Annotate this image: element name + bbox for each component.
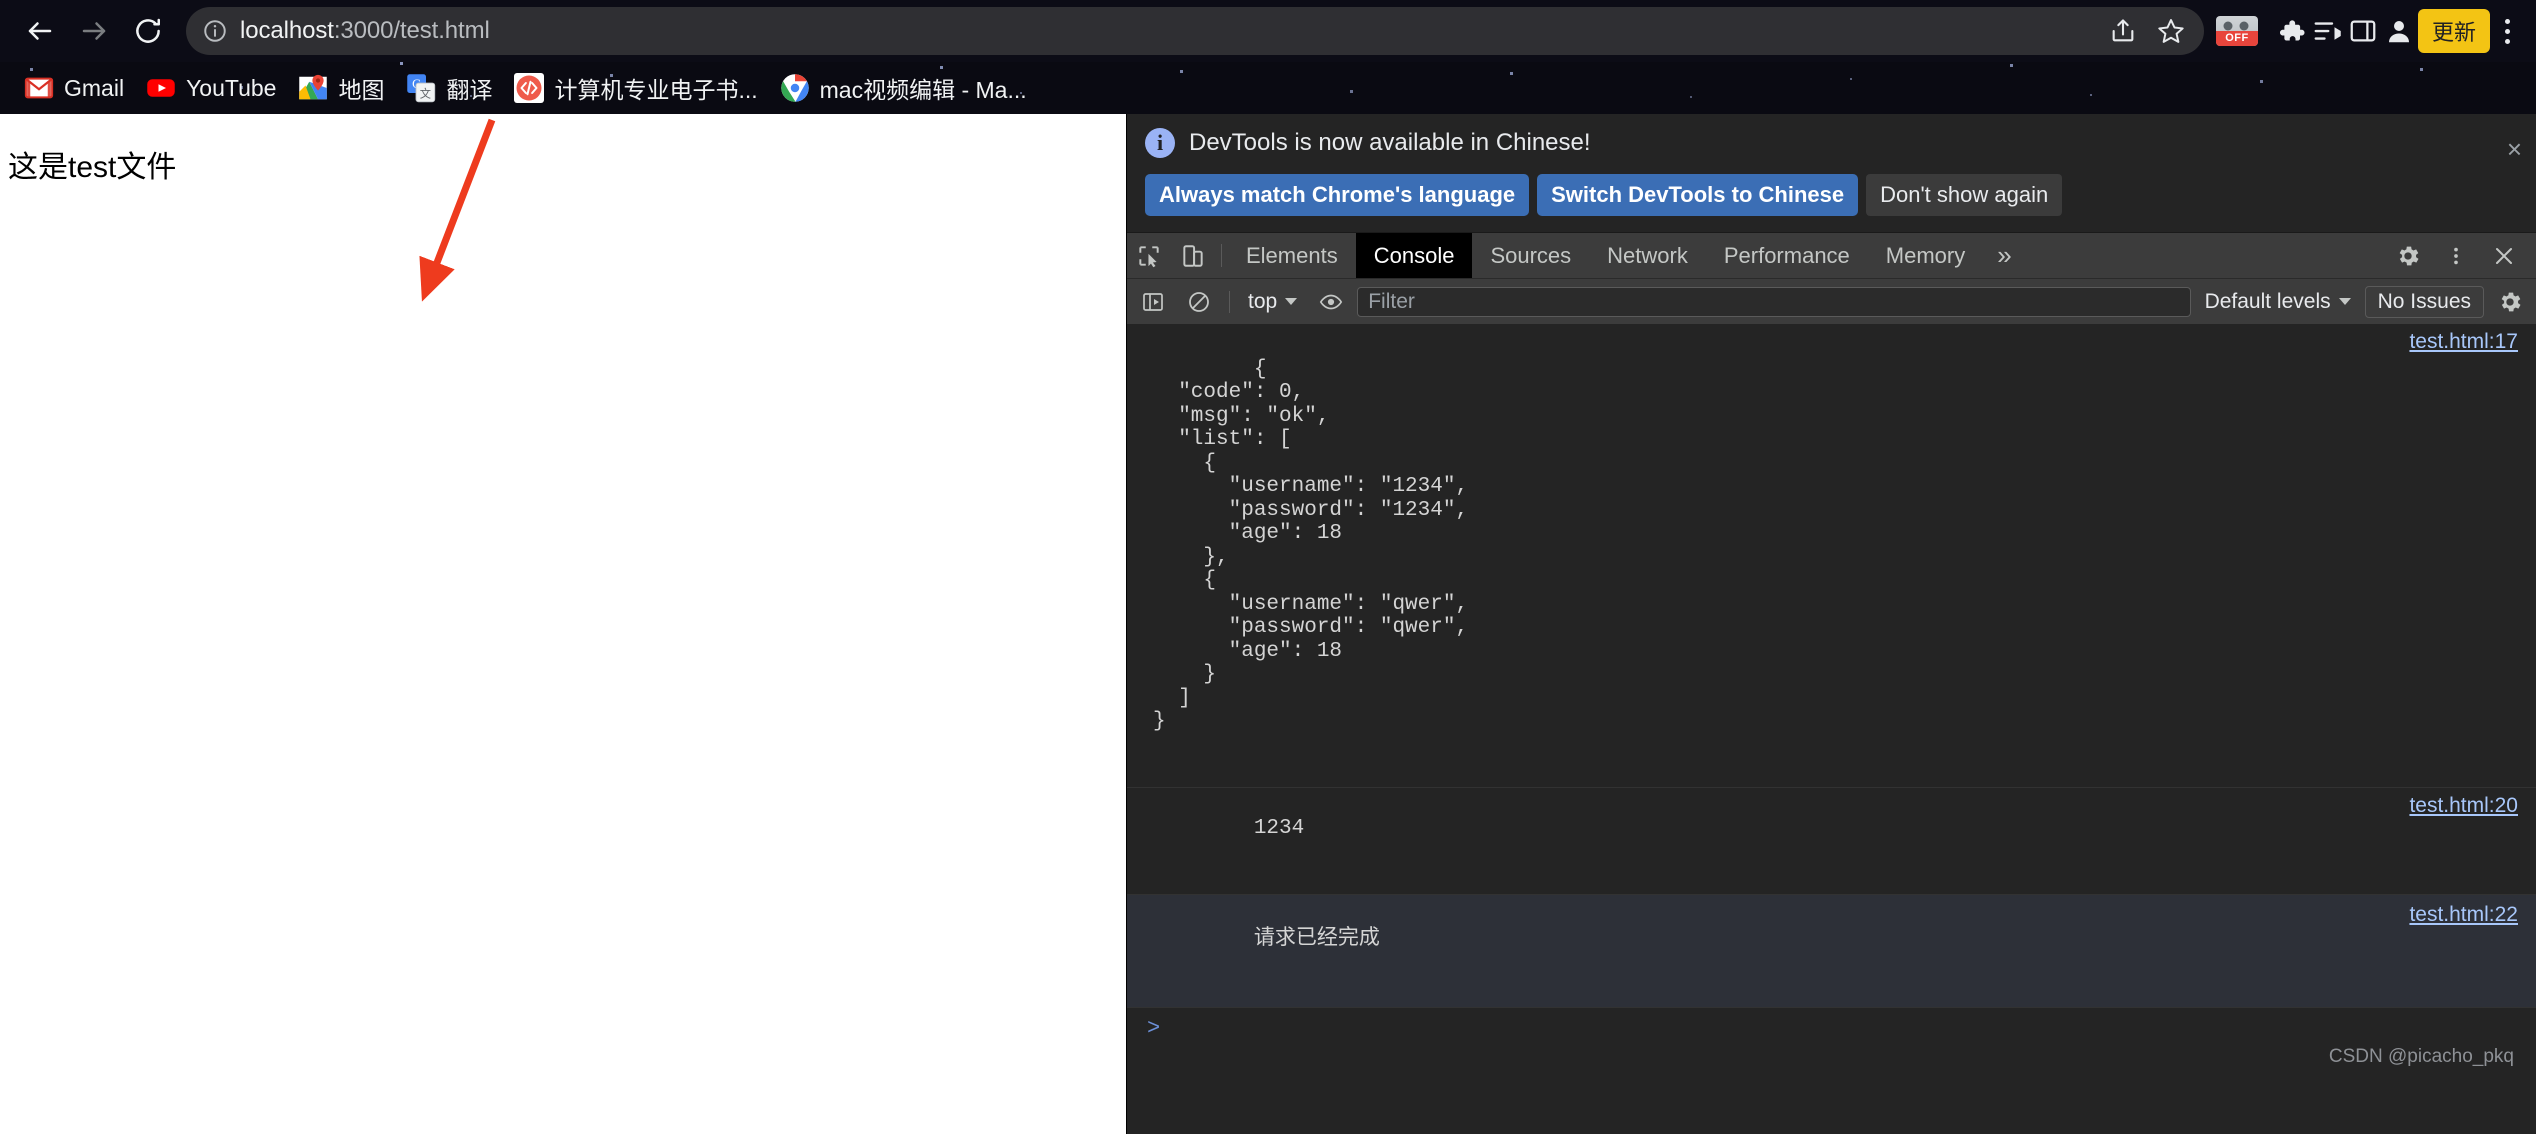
address-bar[interactable]: localhost:3000/test.html bbox=[186, 7, 2204, 55]
console-sidebar-icon[interactable] bbox=[1133, 285, 1173, 319]
chevron-down-icon bbox=[1285, 298, 1298, 305]
switch-to-chinese-button[interactable]: Switch DevTools to Chinese bbox=[1537, 174, 1859, 216]
console-prompt[interactable]: > bbox=[1127, 1008, 2536, 1041]
youtube-icon bbox=[147, 79, 175, 97]
console-message-text-2[interactable]: 请求已经完成 test.html:22 bbox=[1127, 894, 2536, 1008]
bookmark-translate[interactable]: G 文 翻译 bbox=[400, 66, 508, 110]
dont-show-again-button[interactable]: Don't show again bbox=[1866, 174, 2063, 216]
back-button[interactable] bbox=[14, 5, 66, 57]
bookmarks-bar: Gmail YouTube 地图 G bbox=[0, 62, 2536, 114]
page-viewport: 这是test文件 bbox=[0, 114, 1126, 1134]
console-message-text: { "code": 0, "msg": "ok", "list": [ { "u… bbox=[1153, 357, 1469, 734]
bookmark-gmail[interactable]: Gmail bbox=[18, 68, 140, 108]
filter-input[interactable] bbox=[1368, 289, 2180, 314]
log-level-label: Default levels bbox=[2204, 289, 2331, 313]
info-icon: i bbox=[1145, 128, 1175, 158]
clear-console-icon[interactable] bbox=[1179, 285, 1219, 319]
devtools-tab-actions bbox=[2386, 233, 2536, 278]
console-filter-box[interactable] bbox=[1357, 286, 2191, 317]
chrome-menu-button[interactable] bbox=[2492, 18, 2522, 44]
forward-button[interactable] bbox=[68, 5, 120, 57]
console-settings-gear-icon[interactable] bbox=[2490, 285, 2530, 319]
browser-window: localhost:3000/test.html OFF 更新 Gmail Yo… bbox=[0, 0, 2536, 1134]
update-button[interactable]: 更新 bbox=[2417, 9, 2490, 53]
tab-sources[interactable]: Sources bbox=[1472, 233, 1589, 278]
url-text: localhost:3000/test.html bbox=[240, 17, 490, 45]
browser-toolbar: localhost:3000/test.html OFF 更新 bbox=[0, 0, 2536, 62]
tab-performance[interactable]: Performance bbox=[1706, 233, 1868, 278]
reading-list-icon[interactable] bbox=[2310, 14, 2344, 48]
profile-avatar-icon[interactable] bbox=[2382, 14, 2416, 48]
bookmark-ebooks[interactable]: 计算机专业电子书... bbox=[508, 66, 773, 110]
issues-button[interactable]: No Issues bbox=[2364, 285, 2484, 318]
settings-gear-icon[interactable] bbox=[2386, 243, 2430, 269]
console-message-object[interactable]: { "code": 0, "msg": "ok", "list": [ { "u… bbox=[1127, 324, 2536, 788]
console-message-source-link[interactable]: test.html:17 bbox=[2409, 330, 2518, 354]
tab-network[interactable]: Network bbox=[1589, 233, 1706, 278]
console-message-text: 1234 bbox=[1253, 817, 1305, 840]
url-host: localhost bbox=[240, 17, 334, 44]
side-panel-icon[interactable] bbox=[2346, 14, 2380, 48]
bookmark-mac-video[interactable]: mac视频编辑 - Ma... bbox=[774, 66, 1043, 110]
divider bbox=[1221, 244, 1222, 267]
bookmark-star-icon[interactable] bbox=[2154, 14, 2188, 48]
gmail-icon bbox=[24, 77, 54, 99]
share-icon[interactable] bbox=[2106, 14, 2140, 48]
tab-console[interactable]: Console bbox=[1355, 233, 1473, 278]
more-tabs-icon[interactable]: » bbox=[1983, 233, 2025, 278]
bookmark-label: YouTube bbox=[186, 74, 277, 101]
page-body-text: 这是test文件 bbox=[8, 151, 177, 184]
device-toolbar-icon[interactable] bbox=[1171, 233, 1215, 278]
site-info-icon[interactable] bbox=[202, 18, 228, 44]
devtools-more-options-icon[interactable] bbox=[2434, 243, 2478, 269]
always-match-language-button[interactable]: Always match Chrome's language bbox=[1145, 174, 1530, 216]
close-icon[interactable]: × bbox=[2507, 136, 2522, 162]
chrome-icon bbox=[780, 74, 809, 102]
bookmark-label: mac视频编辑 - Ma... bbox=[819, 77, 1027, 103]
banner-message: DevTools is now available in Chinese! bbox=[1189, 129, 1591, 156]
google-translate-icon: G 文 bbox=[407, 74, 436, 103]
bookmark-label: 计算机专业电子书... bbox=[554, 77, 758, 103]
prompt-arrow-icon: > bbox=[1147, 1015, 1161, 1041]
chevron-down-icon bbox=[2338, 298, 2351, 305]
bookmark-maps[interactable]: 地图 bbox=[292, 66, 400, 110]
extensions-puzzle-icon[interactable] bbox=[2274, 14, 2308, 48]
omnibox-actions bbox=[2106, 14, 2188, 48]
tab-memory[interactable]: Memory bbox=[1868, 233, 1983, 278]
devtools-panel: i DevTools is now available in Chinese! … bbox=[1126, 114, 2536, 1134]
bookmark-label: 地图 bbox=[338, 77, 385, 103]
console-message-source-link[interactable]: test.html:20 bbox=[2409, 794, 2518, 818]
execution-context-selector[interactable]: top bbox=[1240, 290, 1305, 314]
console-toolbar: top Default levels No Issues bbox=[1127, 278, 2536, 324]
tab-elements[interactable]: Elements bbox=[1228, 233, 1356, 278]
context-label: top bbox=[1248, 289, 1278, 313]
extension-toggle-badge[interactable]: OFF bbox=[2215, 16, 2258, 46]
console-message-text: 请求已经完成 bbox=[1253, 926, 1380, 949]
bookmark-youtube[interactable]: YouTube bbox=[140, 68, 292, 108]
code-icon bbox=[514, 73, 545, 103]
console-message-source-link[interactable]: test.html:22 bbox=[2409, 903, 2518, 927]
live-expression-eye-icon[interactable] bbox=[1311, 285, 1351, 319]
devtools-tab-strip: Elements Console Sources Network Perform… bbox=[1127, 232, 2536, 278]
log-level-selector[interactable]: Default levels bbox=[2197, 290, 2359, 314]
close-devtools-icon[interactable] bbox=[2482, 244, 2526, 268]
bookmark-label: 翻译 bbox=[446, 77, 493, 103]
url-path: :3000/test.html bbox=[333, 17, 490, 44]
google-maps-icon bbox=[299, 74, 328, 100]
devtools-language-banner: i DevTools is now available in Chinese! … bbox=[1127, 114, 2536, 232]
console-message-text-1[interactable]: 1234 test.html:20 bbox=[1127, 788, 2536, 895]
inspect-element-icon[interactable] bbox=[1127, 233, 1171, 278]
watermark: CSDN @picacho_pkq bbox=[2328, 1046, 2514, 1067]
console-output[interactable]: { "code": 0, "msg": "ok", "list": [ { "u… bbox=[1127, 324, 2536, 1082]
reload-button[interactable] bbox=[122, 5, 174, 57]
svg-text:文: 文 bbox=[420, 86, 431, 100]
bookmark-label: Gmail bbox=[64, 74, 125, 101]
